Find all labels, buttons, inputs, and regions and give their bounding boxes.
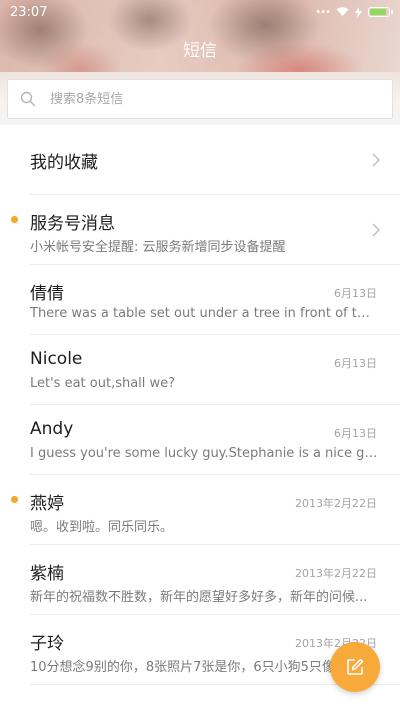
conversation-preview: Let's eat out,shall we? xyxy=(30,376,176,391)
chevron-right-icon xyxy=(372,223,380,237)
conversation-item[interactable]: 燕婷 2013年2月22日嗯。收到啦。同乐同乐。 xyxy=(0,475,400,545)
header: 23:07 ••• 短信 xyxy=(0,0,400,125)
conversation-name: Nicole xyxy=(30,349,83,369)
conversation-list: 我的收藏 服务号消息小米帐号安全提醒: 云服务新增同步设备提醒倩倩 6月13日 Th… xyxy=(0,125,400,685)
unread-dot xyxy=(11,496,18,503)
conversation-preview: I guess you're some lucky guy.Stephanie … xyxy=(30,446,378,461)
conversation-date: 6月13日 xyxy=(334,427,377,440)
conversation-preview: 嗯。收到啦。同乐同乐。 xyxy=(30,520,174,535)
conversation-name: 倩倩 xyxy=(30,284,64,304)
conversation-item[interactable]: 服务号消息小米帐号安全提醒: 云服务新增同步设备提醒 xyxy=(0,195,400,265)
favorites-label: 我的收藏 xyxy=(30,153,98,173)
conversation-preview: 小米帐号安全提醒: 云服务新增同步设备提醒 xyxy=(30,240,286,255)
chevron-right-icon xyxy=(372,153,380,167)
conversation-name: 服务号消息 xyxy=(30,214,115,234)
conversation-preview: 10分想念9别的你，8张照片7张是你，6只小狗5只像你 xyxy=(30,660,348,675)
status-time: 23:07 xyxy=(10,4,48,20)
conversation-name: Andy xyxy=(30,419,74,439)
conversation-item[interactable]: Andy 6月13日 I guess you're some lucky guy.S… xyxy=(0,405,400,475)
compose-icon xyxy=(347,658,364,675)
charging-icon xyxy=(355,6,362,18)
conversation-date: 6月13日 xyxy=(334,287,377,300)
wifi-icon xyxy=(336,7,349,16)
conversation-name: 燕婷 xyxy=(30,494,64,514)
conversation-preview: There was a table set out under a tree i… xyxy=(30,306,378,321)
battery-icon xyxy=(368,7,393,17)
conversation-date: 2013年2月22日 xyxy=(295,567,377,580)
favorites-item[interactable]: 我的收藏 xyxy=(0,125,400,195)
conversation-name: 紫楠 xyxy=(30,564,64,584)
unread-dot xyxy=(11,216,18,223)
conversation-item[interactable]: 紫楠 2013年2月22日新年的祝福数不胜数，新年的愿望好多好多，新年的问候... xyxy=(0,545,400,615)
conversation-item[interactable]: Nicole 6月13日 Let's eat out,shall we? xyxy=(0,335,400,405)
search-icon xyxy=(20,91,36,107)
page-title: 短信 xyxy=(183,41,217,61)
conversation-date: 6月13日 xyxy=(334,357,377,370)
conversation-date: 2013年2月22日 xyxy=(295,497,377,510)
conversation-item[interactable]: 倩倩 6月13日 There was a table set out under a… xyxy=(0,265,400,335)
conversation-preview: 新年的祝福数不胜数，新年的愿望好多好多，新年的问候... xyxy=(30,590,368,605)
signal-icon: ••• xyxy=(315,6,331,18)
status-bar: 23:07 ••• xyxy=(0,0,400,24)
search-input[interactable] xyxy=(48,90,372,108)
conversation-name: 子玲 xyxy=(30,634,64,654)
search-bar[interactable] xyxy=(7,79,393,119)
compose-button[interactable] xyxy=(330,642,380,692)
